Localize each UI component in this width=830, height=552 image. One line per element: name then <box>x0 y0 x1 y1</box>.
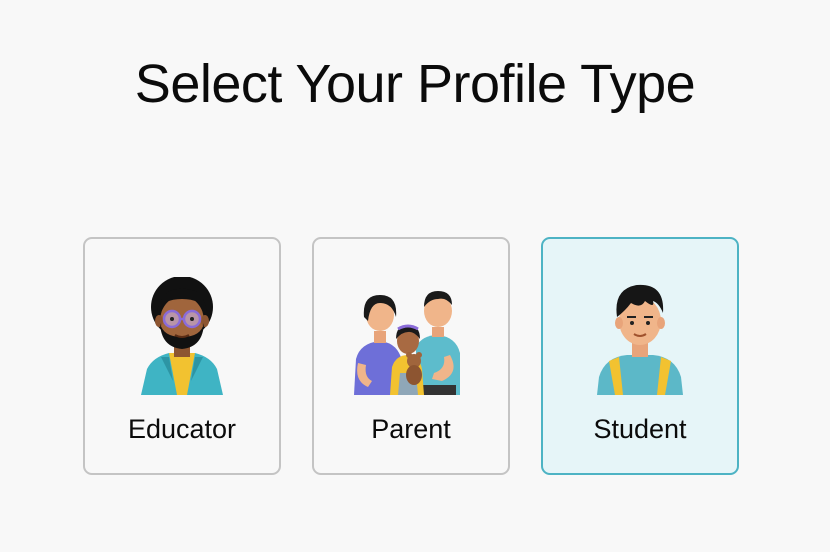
page-title: Select Your Profile Type <box>134 54 696 114</box>
profile-card-label: Parent <box>371 414 451 444</box>
profile-card-educator[interactable]: Educator <box>83 237 281 475</box>
profile-card-label: Educator <box>127 414 237 444</box>
profile-card-student[interactable]: Student <box>541 237 739 475</box>
profile-card-parent[interactable]: Parent <box>312 237 510 475</box>
educator-avatar-icon <box>117 277 247 395</box>
student-avatar-icon <box>575 277 705 395</box>
profile-card-label: Student <box>593 414 687 444</box>
profile-type-options: Educator Parent Student <box>83 237 739 475</box>
family-avatar-icon <box>346 277 476 395</box>
